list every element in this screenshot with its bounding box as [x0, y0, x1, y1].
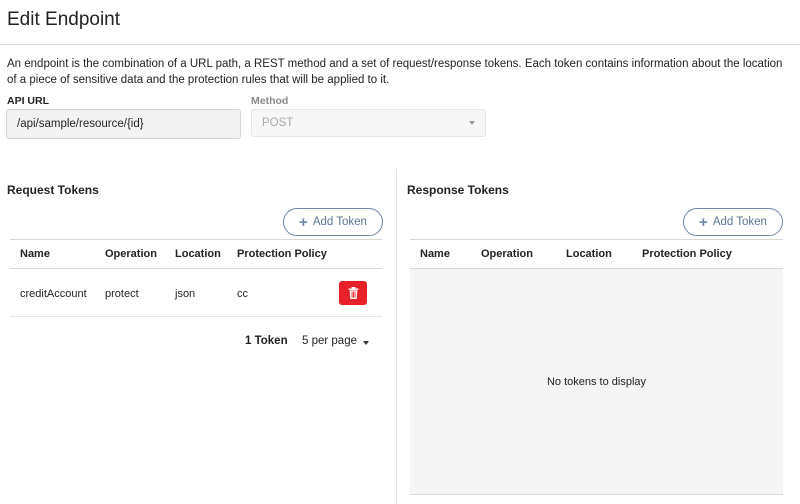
api-url-input[interactable]: /api/sample/resource/{id} — [6, 109, 241, 139]
column-header-name[interactable]: Name — [420, 248, 450, 260]
row-name: creditAccount — [20, 288, 87, 300]
row-location: json — [175, 288, 196, 300]
column-header-protection-policy[interactable]: Protection Policy — [237, 248, 327, 260]
request-add-token-label: Add Token — [312, 216, 367, 228]
response-tokens-title: Response Tokens — [407, 183, 509, 197]
response-add-token-label: Add Token — [712, 216, 767, 228]
response-add-token-button[interactable]: + Add Token — [683, 208, 783, 236]
empty-state: No tokens to display — [410, 269, 783, 494]
column-header-protection-policy[interactable]: Protection Policy — [642, 248, 732, 260]
request-tokens-title: Request Tokens — [7, 183, 99, 197]
page-title: Edit Endpoint — [7, 9, 121, 30]
column-header-operation[interactable]: Operation — [105, 248, 157, 260]
table-row-rule — [10, 316, 382, 317]
request-token-count: 1 Token — [245, 335, 288, 347]
column-header-name[interactable]: Name — [20, 248, 50, 260]
chevron-down-icon — [469, 121, 475, 125]
plus-icon: + — [699, 213, 708, 231]
method-value: POST — [262, 117, 294, 129]
table-header-rule — [10, 268, 382, 269]
api-url-label: API URL — [7, 95, 49, 107]
method-label: Method — [251, 95, 289, 107]
column-header-location[interactable]: Location — [175, 248, 221, 260]
empty-state-message: No tokens to display — [546, 376, 647, 388]
per-page-select[interactable]: 5 per page — [302, 335, 357, 347]
row-operation: protect — [105, 288, 139, 300]
panel-divider — [396, 169, 397, 504]
table-top-rule — [410, 239, 783, 240]
method-select: POST — [251, 109, 486, 137]
page-description: An endpoint is the combination of a URL … — [7, 58, 783, 86]
delete-token-button[interactable] — [339, 281, 367, 305]
title-divider — [0, 44, 800, 45]
table-bottom-rule — [410, 494, 783, 495]
trash-icon — [348, 287, 358, 299]
request-add-token-button[interactable]: + Add Token — [283, 208, 383, 236]
request-tokens-table: Name Operation Location Protection Polic… — [10, 239, 382, 319]
column-header-operation[interactable]: Operation — [481, 248, 533, 260]
plus-icon: + — [299, 213, 308, 231]
row-protection-policy: cc — [237, 288, 248, 300]
column-header-location[interactable]: Location — [566, 248, 612, 260]
table-top-rule — [10, 239, 382, 240]
response-tokens-table: Name Operation Location Protection Polic… — [410, 239, 783, 269]
chevron-down-icon[interactable] — [363, 341, 369, 345]
per-page-value: 5 per page — [302, 335, 357, 347]
